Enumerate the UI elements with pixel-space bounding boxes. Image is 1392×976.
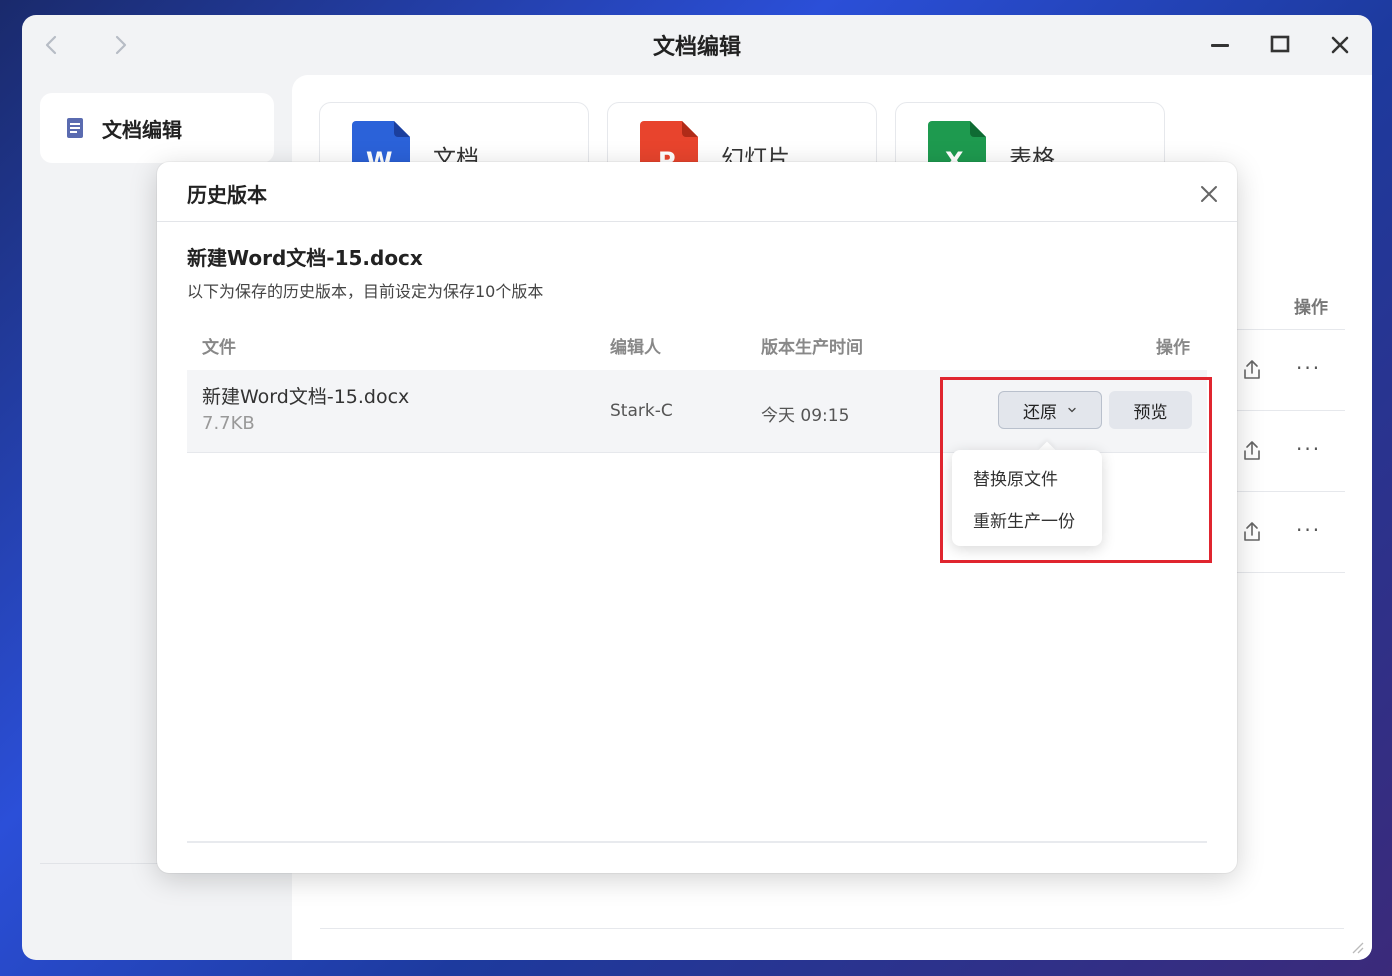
maximize-icon [1270,35,1290,53]
row-divider [1237,410,1345,411]
version-time: 今天 09:15 [761,406,850,426]
close-icon[interactable] [1197,182,1221,206]
sidebar-item-document-edit[interactable]: 文档编辑 [40,93,274,163]
column-header-action: 操作 [1156,338,1190,358]
document-icon [67,118,83,138]
resize-grip-icon[interactable] [1350,940,1364,954]
version-file-name: 新建Word文档-15.docx [202,386,410,408]
share-icon[interactable] [1240,358,1264,382]
version-editor: Stark-C [610,401,673,421]
dialog-divider [157,221,1237,222]
more-options-button[interactable]: ··· [1296,356,1321,380]
close-window-button[interactable] [1324,29,1356,61]
main-divider [320,928,1344,929]
highlight-annotation-box [940,377,1212,563]
more-options-button[interactable]: ··· [1296,437,1321,461]
column-header-editor: 编辑人 [610,338,661,358]
row-divider [1237,329,1345,330]
description-text: 以下为保存的历史版本，目前设定为保存10个版本 [187,282,544,301]
maximize-button[interactable] [1264,29,1296,61]
share-icon[interactable] [1240,520,1264,544]
share-icon[interactable] [1240,439,1264,463]
row-divider [1237,572,1345,573]
version-file-size: 7.7KB [202,413,255,434]
settings-label: 设置 [102,955,142,960]
column-header-file: 文件 [202,338,236,358]
dialog-title: 历史版本 [187,183,267,207]
file-name-heading: 新建Word文档-15.docx [187,246,423,270]
window-title: 文档编辑 [652,35,741,60]
row-divider [1237,491,1345,492]
settings-button[interactable]: 设置 [62,955,142,960]
sidebar-item-label: 文档编辑 [102,117,182,142]
more-options-button[interactable]: ··· [1296,518,1321,542]
title-bar: 文档编辑 [22,15,1372,75]
column-header-time: 版本生产时间 [761,338,863,358]
gear-icon [62,958,86,961]
minimize-icon [1211,44,1229,47]
minimize-button[interactable] [1204,29,1236,61]
dialog-footer-divider [187,841,1207,843]
close-icon [1331,36,1349,54]
table-header-action: 操作 [1294,298,1328,318]
